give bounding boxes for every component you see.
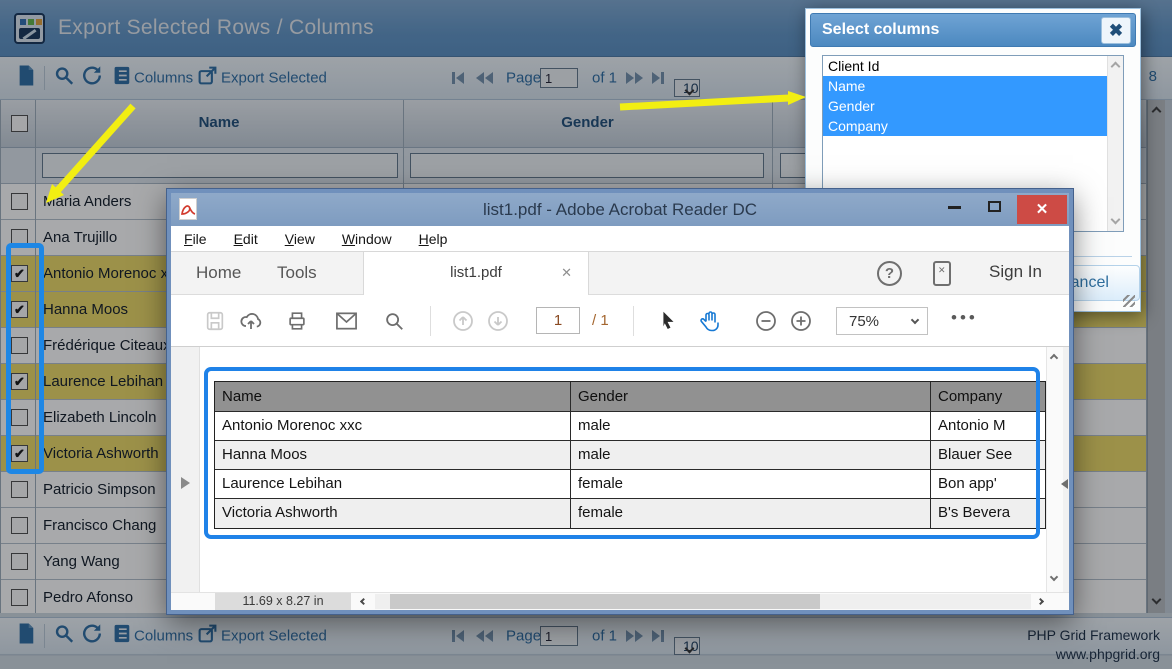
more-tools-icon[interactable] [951,308,978,328]
tab-home[interactable]: Home [196,263,241,283]
toolbar-divider [633,306,634,336]
pdf-file-icon [179,198,197,220]
right-pane-rail [1063,347,1069,592]
menu-window[interactable]: Window [342,231,392,247]
dialog-close-icon[interactable] [1101,17,1131,44]
pane-toggle-icon[interactable] [181,477,190,489]
acrobat-statusbar: 11.69 x 8.27 in [171,592,1069,610]
window-title: list1.pdf - Adobe Acrobat Reader DC [171,193,1069,226]
zoom-out-icon[interactable] [754,309,778,338]
listbox-option[interactable]: Gender [823,96,1107,116]
listbox-option[interactable]: Client Id [823,56,1107,76]
zoom-level-select[interactable]: 75% [836,307,928,335]
acrobat-window: list1.pdf - Adobe Acrobat Reader DC File… [167,189,1073,614]
tab-document[interactable]: list1.pdf [363,252,589,295]
pdf-table-row: Laurence Lebihan female Bon app' [215,470,1045,499]
close-button[interactable] [1017,195,1067,224]
next-page-icon[interactable] [486,309,510,338]
sign-in-link[interactable]: Sign In [989,262,1042,282]
acrobat-toolbar: / 1 75% [171,295,1069,347]
previous-page-icon[interactable] [451,309,475,338]
document-scrollbar[interactable] [1046,347,1063,592]
page-size-badge: 11.69 x 8.27 in [215,593,351,610]
scroll-right-icon[interactable] [1037,598,1044,605]
pdf-table-row: Hanna Moos male Blauer See [215,441,1045,470]
menu-view[interactable]: View [285,231,315,247]
dialog-titlebar[interactable]: Select columns [810,13,1136,47]
minimize-button[interactable] [948,206,961,209]
tab-tools[interactable]: Tools [277,263,317,283]
document-area: Name Gender Company Antonio Morenoc xxc … [171,347,1069,592]
menubar: File Edit View Window Help [171,226,1069,252]
listbox-scrollbar[interactable] [1107,56,1123,231]
cloud-upload-icon[interactable] [239,309,263,338]
tab-close-icon[interactable] [561,265,572,281]
acrobat-titlebar[interactable]: list1.pdf - Adobe Acrobat Reader DC [171,193,1069,226]
pdf-table: Name Gender Company Antonio Morenoc xxc … [214,381,1046,529]
mobile-device-icon[interactable] [933,261,951,286]
toolbar-divider [430,306,431,336]
tab-bar: Home Tools list1.pdf Sign In [171,252,1069,295]
pdf-table-row: Antonio Morenoc xxc male Antonio M [215,412,1045,441]
scrollbar-thumb[interactable] [390,594,820,609]
pdf-table-header: Name Gender Company [215,382,1045,412]
left-pane-rail [171,347,200,592]
menu-help[interactable]: Help [419,231,448,247]
screen: Export Selected Rows / Columns Columns E… [0,0,1172,669]
listbox-option[interactable]: Name [823,76,1107,96]
listbox-option[interactable]: Company [823,116,1107,136]
menu-file[interactable]: File [184,231,207,247]
menu-edit[interactable]: Edit [234,231,258,247]
pdf-table-row: Victoria Ashworth female B's Bevera [215,499,1045,528]
resize-grip[interactable] [1123,295,1135,307]
page-number-input[interactable] [536,307,580,334]
email-icon[interactable] [335,311,358,336]
horizontal-scrollbar[interactable] [375,594,1031,609]
save-icon[interactable] [204,310,226,337]
hand-tool-icon[interactable] [698,308,722,338]
select-tool-icon[interactable] [657,309,679,336]
page-total-label: / 1 [592,312,609,329]
dialog-title: Select columns [822,21,939,39]
maximize-button[interactable] [988,201,1001,212]
right-pane-toggle-icon[interactable] [1061,479,1068,489]
help-icon[interactable] [877,261,902,286]
print-icon[interactable] [286,310,308,337]
find-icon[interactable] [383,310,405,337]
scroll-left-icon[interactable] [360,598,367,605]
zoom-in-icon[interactable] [789,309,813,338]
